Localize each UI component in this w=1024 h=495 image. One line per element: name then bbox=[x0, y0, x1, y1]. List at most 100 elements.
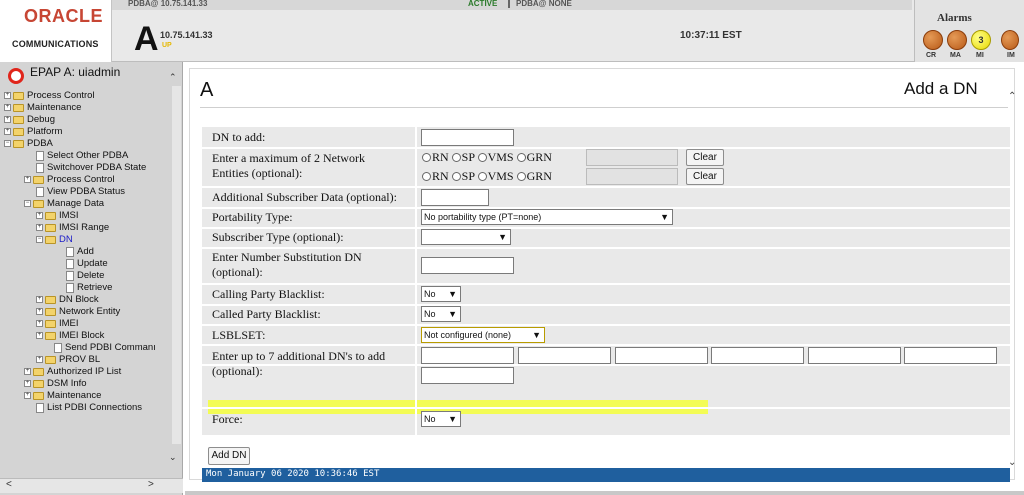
network-entity-2-input[interactable] bbox=[586, 168, 678, 185]
radio-label: SP bbox=[461, 169, 475, 183]
additional-dn-input-3[interactable] bbox=[615, 347, 708, 364]
tree-item-imsi-range[interactable]: + IMSI Range bbox=[36, 222, 109, 233]
tree-item-label: Retrieve bbox=[77, 282, 113, 293]
radio-grn-2[interactable] bbox=[516, 172, 526, 181]
radio-sp-1[interactable] bbox=[451, 153, 461, 162]
content-scroll-down-icon[interactable]: ⌄ bbox=[1008, 457, 1016, 468]
sidebar-scrollbar[interactable] bbox=[172, 86, 181, 444]
collapse-minus-icon[interactable]: − bbox=[4, 140, 11, 147]
tree-item-pdba[interactable]: − PDBA bbox=[4, 138, 53, 149]
tree-item-imei[interactable]: + IMEI bbox=[36, 318, 79, 329]
expand-plus-icon[interactable]: + bbox=[4, 116, 11, 123]
clear-button-1[interactable]: Clear bbox=[686, 149, 724, 166]
expand-plus-icon[interactable]: + bbox=[24, 368, 31, 375]
lsblset-select[interactable]: Not configured (none) ▼ bbox=[421, 327, 545, 343]
tree-item-pdba-process-control[interactable]: + Process Control bbox=[24, 174, 115, 185]
add-dn-button[interactable]: Add DN bbox=[208, 447, 250, 465]
expand-plus-icon[interactable]: + bbox=[36, 212, 43, 219]
additional-dn-input-6[interactable] bbox=[904, 347, 997, 364]
tree-item-select-other-pdba[interactable]: Select Other PDBA bbox=[36, 150, 128, 161]
expand-plus-icon[interactable]: + bbox=[4, 128, 11, 135]
number-substitution-input[interactable] bbox=[421, 257, 514, 274]
calling-blacklist-select[interactable]: No ▼ bbox=[421, 286, 461, 302]
expand-plus-icon[interactable]: + bbox=[36, 224, 43, 231]
tree-item-platform[interactable]: + Platform bbox=[4, 126, 62, 137]
tree-item-maintenance[interactable]: + Maintenance bbox=[4, 102, 81, 113]
force-select[interactable]: No ▼ bbox=[421, 411, 461, 427]
sidebar-scroll-down-icon[interactable]: ⌄ bbox=[169, 452, 177, 463]
content-scroll-up-icon[interactable]: ⌃ bbox=[1008, 91, 1016, 102]
sidebar-horizontal-scrollbar[interactable]: < > bbox=[0, 478, 183, 493]
tree-item-manage-data[interactable]: − Manage Data bbox=[24, 198, 104, 209]
expand-plus-icon[interactable]: + bbox=[36, 296, 43, 303]
radio-sp-2[interactable] bbox=[451, 172, 461, 181]
tree-item-imei-block[interactable]: + IMEI Block bbox=[36, 330, 104, 341]
collapse-minus-icon[interactable]: − bbox=[24, 200, 31, 207]
tree-item-imsi[interactable]: + IMSI bbox=[36, 210, 79, 221]
tree-item-dsm-info[interactable]: + DSM Info bbox=[24, 378, 87, 389]
expand-plus-icon[interactable]: + bbox=[36, 308, 43, 315]
dn-to-add-input[interactable] bbox=[421, 129, 514, 146]
expand-plus-icon[interactable]: + bbox=[24, 176, 31, 183]
tree-item-label: DN bbox=[59, 234, 73, 245]
subscriber-type-select[interactable]: ▼ bbox=[421, 229, 511, 245]
tree-item-dn[interactable]: − DN bbox=[36, 234, 73, 245]
tree-item-dn-update[interactable]: Update bbox=[66, 258, 108, 269]
tree-item-debug[interactable]: + Debug bbox=[4, 114, 55, 125]
clear-button-2[interactable]: Clear bbox=[686, 168, 724, 185]
tree-item-switchover-pdba-state[interactable]: Switchover PDBA State bbox=[36, 162, 146, 173]
scroll-left-icon[interactable]: < bbox=[6, 479, 12, 490]
alarm-minor-indicator[interactable]: 3 bbox=[971, 30, 991, 50]
portability-type-select[interactable]: No portability type (PT=none) ▼ bbox=[421, 209, 673, 225]
tree-item-network-entity[interactable]: + Network Entity bbox=[36, 306, 120, 317]
expand-plus-icon[interactable]: + bbox=[4, 104, 11, 111]
folder-open-icon bbox=[45, 235, 56, 244]
network-entity-1-input[interactable] bbox=[586, 149, 678, 166]
tree-item-send-pdbi-command[interactable]: Send PDBI Commanı bbox=[54, 342, 156, 353]
page-icon bbox=[36, 162, 44, 173]
tree-item-dn-retrieve[interactable]: Retrieve bbox=[66, 282, 112, 293]
expand-plus-icon[interactable]: + bbox=[4, 92, 11, 99]
tree-item-authorized-ip-list[interactable]: + Authorized IP List bbox=[24, 366, 121, 377]
radio-rn-2[interactable] bbox=[422, 172, 431, 181]
oracle-logo: ORACLE COMMUNICATIONS bbox=[0, 0, 112, 62]
sidebar-scroll-up-icon[interactable]: ⌃ bbox=[169, 72, 177, 83]
expand-plus-icon[interactable]: + bbox=[36, 356, 43, 363]
folder-icon bbox=[33, 175, 44, 184]
radio-vms-1[interactable] bbox=[477, 153, 487, 162]
expand-plus-icon[interactable]: + bbox=[36, 320, 43, 327]
alarm-critical-indicator[interactable] bbox=[923, 30, 943, 50]
called-blacklist-select[interactable]: No ▼ bbox=[421, 306, 461, 322]
alarm-major-indicator[interactable] bbox=[947, 30, 967, 50]
tree-item-dn-add[interactable]: Add bbox=[66, 246, 94, 257]
tree-item-pdba-maintenance[interactable]: + Maintenance bbox=[24, 390, 101, 401]
expand-plus-icon[interactable]: + bbox=[24, 380, 31, 387]
additional-dn-input-2[interactable] bbox=[518, 347, 611, 364]
tree-item-prov-bl[interactable]: + PROV BL bbox=[36, 354, 100, 365]
tree-item-dn-block[interactable]: + DN Block bbox=[36, 294, 99, 305]
tree-item-label: Switchover PDBA State bbox=[47, 162, 147, 173]
chevron-down-icon: ▼ bbox=[448, 309, 457, 319]
radio-grn-1[interactable] bbox=[516, 153, 526, 162]
collapse-minus-icon[interactable]: − bbox=[36, 236, 43, 243]
expand-plus-icon[interactable]: + bbox=[24, 392, 31, 399]
additional-subscriber-input[interactable] bbox=[421, 189, 489, 206]
scroll-right-icon[interactable]: > bbox=[148, 479, 154, 490]
network-entities-label: Enter a maximum of 2 Network Entities (o… bbox=[212, 151, 365, 180]
additional-dn-input-4[interactable] bbox=[711, 347, 804, 364]
tree-item-view-pdba-status[interactable]: View PDBA Status bbox=[36, 186, 125, 197]
additional-dn-input-5[interactable] bbox=[808, 347, 901, 364]
tree-item-label: IMEI Block bbox=[59, 330, 105, 341]
tree-item-process-control[interactable]: + Process Control bbox=[4, 90, 95, 101]
radio-vms-2[interactable] bbox=[477, 172, 487, 181]
expand-plus-icon[interactable]: + bbox=[36, 332, 43, 339]
radio-rn-1[interactable] bbox=[422, 153, 431, 162]
tree-item-list-pdbi-connections[interactable]: List PDBI Connections bbox=[36, 402, 142, 413]
tree-item-dn-delete[interactable]: Delete bbox=[66, 270, 104, 281]
additional-dn-input-7[interactable] bbox=[421, 367, 514, 384]
main-content: A Add a DN ⌃ DN to add: Enter a maximum … bbox=[185, 62, 1024, 495]
tree-item-label: View PDBA Status bbox=[47, 186, 125, 197]
alarm-info-indicator[interactable] bbox=[1001, 30, 1019, 50]
additional-dn-input-1[interactable] bbox=[421, 347, 514, 364]
host-ip: 10.75.141.33 bbox=[160, 30, 213, 40]
